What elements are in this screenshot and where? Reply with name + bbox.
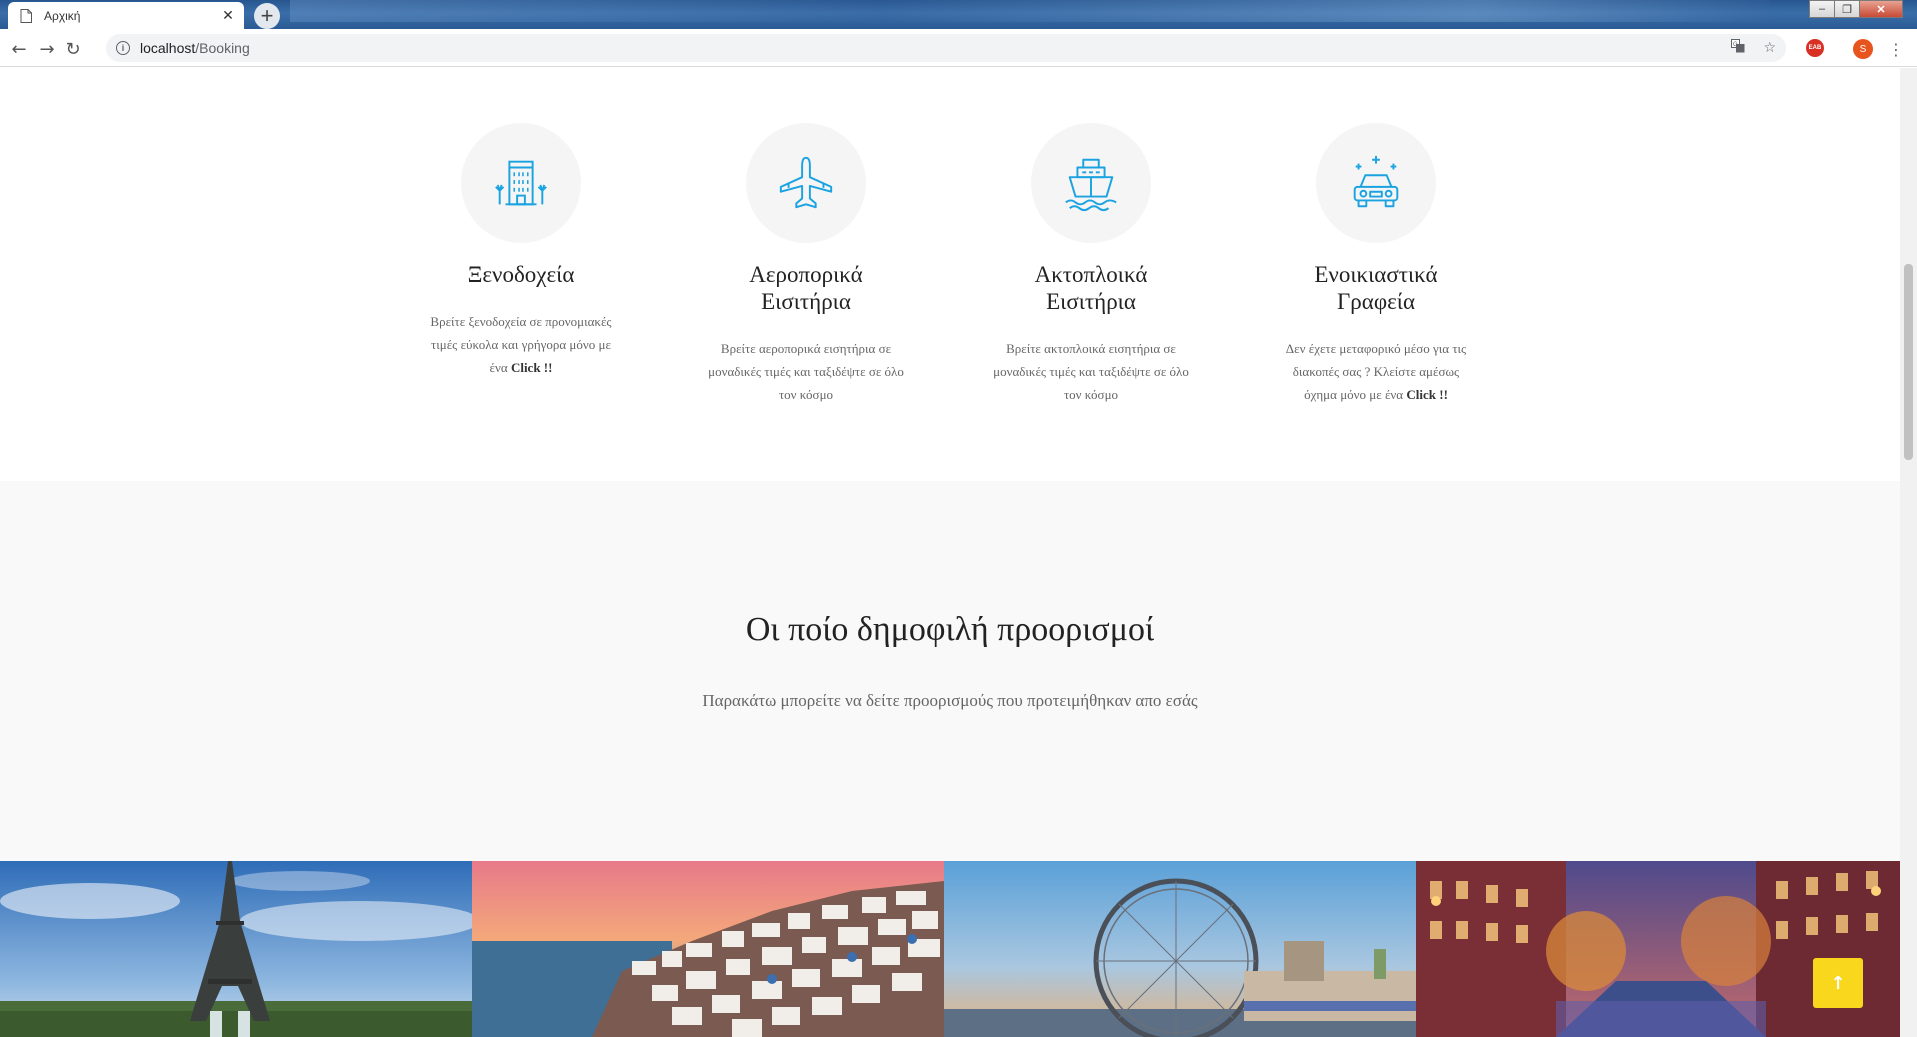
service-ferry-tickets[interactable]: Ακτοπλοικά Εισιτήρια Βρείτε ακτοπλοικά ε… xyxy=(971,123,1211,406)
service-hotels[interactable]: Ξενοδοχεία Βρείτε ξενοδοχεία σε προνομια… xyxy=(401,123,641,379)
service-title: Ακτοπλοικά Εισιτήρια xyxy=(1034,262,1148,314)
airplane-icon xyxy=(779,156,833,209)
service-icon-circle xyxy=(1316,123,1436,243)
window-controls: ‒ ❐ ✕ xyxy=(1809,0,1903,18)
reload-icon[interactable]: ↻ xyxy=(62,38,84,60)
service-air-tickets[interactable]: Αεροπορικά Εισιτήρια Βρείτε αεροπορικά ε… xyxy=(686,123,926,406)
service-description: Δεν έχετε μεταφορικό μέσο για τις διακοπ… xyxy=(1285,341,1467,402)
svg-text:G: G xyxy=(1733,42,1738,48)
hotel-icon xyxy=(495,160,547,206)
paris-eiffel-tower-photo[interactable] xyxy=(0,861,472,1037)
minimize-button[interactable]: ‒ xyxy=(1809,0,1835,18)
london-eye-photo[interactable] xyxy=(944,861,1416,1037)
forward-arrow-icon[interactable]: → xyxy=(36,38,58,60)
browser-toolbar: ← → ↻ i localhost/Booking G ☆ EAB S ⋮ xyxy=(0,29,1917,67)
browser-tab[interactable]: Αρχική ✕ xyxy=(8,2,244,29)
browser-titlebar: Αρχική ✕ + ‒ ❐ ✕ xyxy=(0,0,1917,29)
service-icon-circle xyxy=(1031,123,1151,243)
service-icon-circle xyxy=(461,123,581,243)
page-icon xyxy=(20,8,32,23)
back-arrow-icon[interactable]: ← xyxy=(8,38,30,60)
close-window-button[interactable]: ✕ xyxy=(1859,0,1903,18)
browser-menu-icon[interactable]: ⋮ xyxy=(1888,38,1904,60)
service-title: Ξενοδοχεία xyxy=(467,262,575,287)
service-description: Βρείτε αεροπορικά εισητήρια σε μοναδικές… xyxy=(708,341,904,402)
address-bar[interactable]: i localhost/Booking G ☆ xyxy=(106,34,1786,62)
translate-icon[interactable]: G xyxy=(1731,39,1745,57)
section-title: Οι ποίο δημοφιλή προορισμοί xyxy=(745,611,1155,648)
profile-avatar[interactable]: S xyxy=(1853,39,1873,59)
scrollbar-thumb[interactable] xyxy=(1904,264,1913,460)
santorini-photo[interactable] xyxy=(472,861,944,1037)
car-rental-icon xyxy=(1353,155,1399,208)
maximize-button[interactable]: ❐ xyxy=(1834,0,1860,18)
tab-title: Αρχική xyxy=(44,8,81,23)
section-subtitle: Παρακάτω μπορείτε να δείτε προορισμούς π… xyxy=(702,691,1198,710)
service-car-rental[interactable]: Ενοικιαστικά Γραφεία Δεν έχετε μεταφορικ… xyxy=(1256,123,1496,406)
info-icon[interactable]: i xyxy=(116,41,130,55)
url-host: localhost xyxy=(140,40,196,56)
ship-icon xyxy=(1065,158,1117,212)
amsterdam-canal-photo[interactable] xyxy=(1416,861,1900,1037)
service-description: Βρείτε ακτοπλοικά εισητήρια σε μοναδικές… xyxy=(993,341,1189,402)
extension-icon[interactable]: EAB xyxy=(1806,39,1824,57)
bookmark-star-icon[interactable]: ☆ xyxy=(1763,40,1776,56)
destinations-gallery xyxy=(0,861,1900,1037)
services-section: Ξενοδοχεία Βρείτε ξενοδοχεία σε προνομια… xyxy=(0,68,1900,481)
page-scrollbar[interactable] xyxy=(1900,68,1917,1037)
back-to-top-button[interactable]: ↑ xyxy=(1813,958,1863,1008)
page-viewport: Ξενοδοχεία Βρείτε ξενοδοχεία σε προνομια… xyxy=(0,68,1900,1037)
service-description: Βρείτε ξενοδοχεία σε προνομιακές τιμές ε… xyxy=(430,314,612,375)
new-tab-button[interactable]: + xyxy=(254,3,280,29)
tab-close-icon[interactable]: ✕ xyxy=(220,7,236,24)
service-icon-circle xyxy=(746,123,866,243)
omnibox-actions: G ☆ xyxy=(1731,39,1776,57)
titlebar-background xyxy=(290,0,1770,22)
url-path: /Booking xyxy=(195,40,250,56)
popular-destinations-section: Οι ποίο δημοφιλή προορισμοί Παρακάτω μπο… xyxy=(0,481,1900,861)
service-title: Ενοικιαστικά Γραφεία xyxy=(1314,262,1438,314)
service-title: Αεροπορικά Εισιτήρια xyxy=(749,262,863,314)
